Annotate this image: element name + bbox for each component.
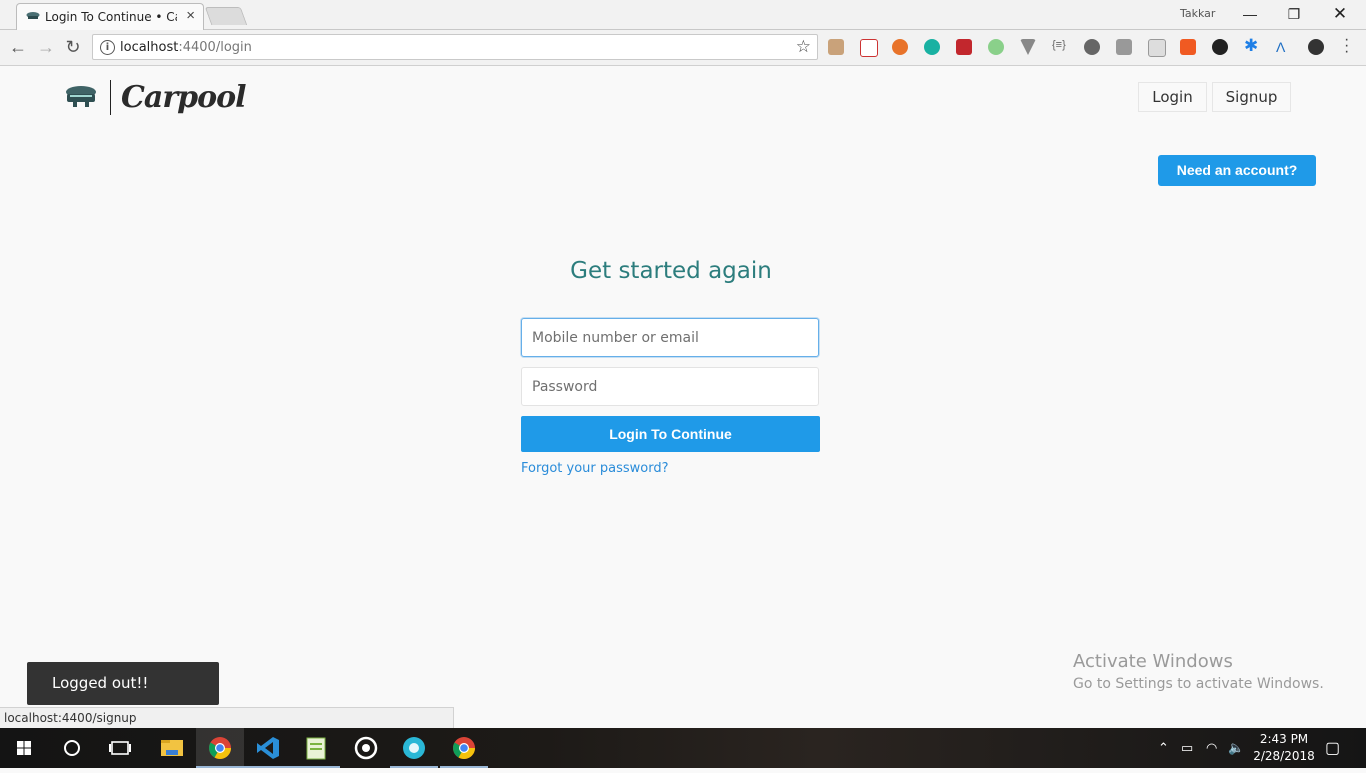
forward-arrow-icon[interactable]: →: [35, 36, 57, 58]
activate-windows-subtitle: Go to Settings to activate Windows.: [1073, 676, 1324, 692]
address-url[interactable]: localhost:4400/login: [120, 40, 252, 55]
vscode-taskbar-icon[interactable]: [244, 728, 292, 768]
taskbar-clock[interactable]: 2:43 PM 2/28/2018: [1252, 731, 1316, 765]
extension-icon[interactable]: [956, 39, 972, 55]
site-info-icon[interactable]: i: [100, 40, 115, 55]
profile-name[interactable]: Takkar: [1180, 7, 1215, 20]
chrome-second-taskbar-icon[interactable]: [440, 728, 488, 768]
extension-icon[interactable]: [860, 39, 878, 57]
github-icon[interactable]: [1212, 39, 1228, 55]
volume-icon[interactable]: 🔈: [1228, 740, 1244, 756]
task-view-icon[interactable]: [96, 728, 144, 768]
new-tab-button[interactable]: [204, 7, 248, 25]
file-explorer-icon[interactable]: [148, 728, 196, 768]
tab-title: Login To Continue • Carpool: [45, 10, 177, 24]
password-input[interactable]: [521, 367, 819, 406]
logo-divider: [110, 80, 111, 115]
extension-icon[interactable]: [1084, 39, 1100, 55]
forgot-password-link[interactable]: Forgot your password?: [521, 461, 669, 476]
activate-windows-title: Activate Windows: [1073, 651, 1233, 672]
browser-toolbar: ← → ↻ i localhost:4400/login ☆ {≡} ✱ Λ ·…: [0, 30, 1366, 66]
battery-icon[interactable]: ▭: [1181, 740, 1193, 756]
carpool-favicon-icon: [26, 12, 40, 19]
browser-tab-strip: Login To Continue • Carpool × Takkar — ❐…: [0, 0, 1366, 30]
browser-status-url: localhost:4400/signup: [0, 707, 454, 728]
brand-logo-text[interactable]: Carpool: [121, 80, 247, 115]
windows-logo-icon: [17, 741, 31, 755]
extension-icon[interactable]: {≡}: [1052, 39, 1068, 55]
extension-icon[interactable]: ✱: [1244, 37, 1260, 55]
extension-icon[interactable]: [828, 39, 844, 55]
windows-taskbar: ⌃ ▭ ◠ 🔈 2:43 PM 2/28/2018 ▢: [0, 728, 1366, 768]
app-cyan-icon[interactable]: [390, 728, 438, 768]
extension-icon[interactable]: [1020, 39, 1036, 55]
nav-login-link[interactable]: Login: [1138, 82, 1207, 112]
notepad-plus-icon[interactable]: [292, 728, 340, 768]
tab-close-icon[interactable]: ×: [186, 7, 195, 24]
clock-date: 2/28/2018: [1253, 749, 1315, 763]
address-bar[interactable]: i localhost:4400/login ☆: [92, 34, 818, 60]
chrome-taskbar-icon[interactable]: [196, 728, 244, 768]
extension-icon[interactable]: [988, 39, 1004, 55]
carpool-logo-icon[interactable]: [64, 84, 98, 110]
need-account-button[interactable]: Need an account?: [1158, 155, 1316, 186]
extension-icon[interactable]: [924, 39, 940, 55]
login-submit-button[interactable]: Login To Continue: [521, 416, 820, 452]
extension-icon[interactable]: [892, 39, 908, 55]
extension-icon[interactable]: Λ: [1276, 39, 1292, 55]
back-arrow-icon[interactable]: ←: [7, 36, 29, 58]
start-button[interactable]: [0, 728, 48, 768]
app-ring-icon[interactable]: [342, 728, 390, 768]
extension-icon[interactable]: [1180, 39, 1196, 55]
activate-windows-watermark: Activate Windows Go to Settings to activ…: [1073, 651, 1324, 692]
page-title: Get started again: [570, 258, 772, 284]
browser-menu-icon[interactable]: · · ·: [1344, 32, 1349, 60]
browser-tab-active[interactable]: Login To Continue • Carpool ×: [16, 3, 204, 30]
extension-icon[interactable]: [1116, 39, 1132, 55]
bookmark-star-icon[interactable]: ☆: [796, 37, 811, 57]
close-window-icon[interactable]: ✕: [1318, 3, 1362, 25]
reload-icon[interactable]: ↻: [62, 36, 84, 58]
wifi-icon[interactable]: ◠: [1206, 740, 1217, 756]
tray-expand-icon[interactable]: ⌃: [1158, 740, 1169, 756]
extension-icon[interactable]: [1148, 39, 1166, 57]
github-icon[interactable]: [1308, 39, 1324, 55]
restore-icon[interactable]: ❐: [1272, 3, 1316, 25]
minimize-icon[interactable]: —: [1228, 3, 1272, 25]
cortana-search-icon[interactable]: [48, 728, 96, 768]
mobile-or-email-input[interactable]: [521, 318, 819, 357]
logout-toast: Logged out!!: [27, 662, 219, 705]
action-center-icon[interactable]: ▢: [1325, 738, 1340, 758]
nav-signup-link[interactable]: Signup: [1212, 82, 1291, 112]
clock-time: 2:43 PM: [1259, 732, 1309, 746]
